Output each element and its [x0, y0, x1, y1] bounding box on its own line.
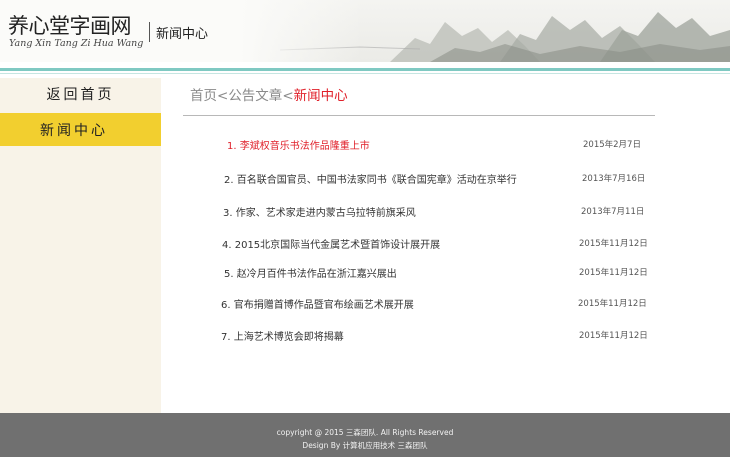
- news-list-item: 4. 2015北京国际当代金属艺术暨首饰设计展开展 2015年11月12日: [0, 236, 730, 252]
- header-rule-thin: [0, 73, 730, 74]
- sidebar-item-back-home[interactable]: 返回首页: [0, 78, 161, 110]
- site-footer: copyright @ 2015 三森团队. All Rights Reserv…: [0, 413, 730, 457]
- breadcrumb-current: 新闻中心: [293, 88, 348, 104]
- breadcrumb-separator: <: [282, 88, 294, 104]
- header-divider: [149, 22, 150, 42]
- site-header: 养心堂字画网 Yang Xin Tang Zi Hua Wang 新闻中心: [0, 0, 730, 62]
- news-title-link[interactable]: 6. 官布捐赠首博作品暨官布绘画艺术展开展: [221, 296, 414, 311]
- header-section-title: 新闻中心: [156, 27, 209, 42]
- news-title-link[interactable]: 5. 赵冷月百件书法作品在浙江嘉兴展出: [224, 265, 397, 280]
- header-rule: [0, 68, 730, 71]
- news-title-link[interactable]: 1. 李斌权音乐书法作品隆重上市: [227, 137, 370, 152]
- news-list-item: 2. 百名联合国官员、中国书法家同书《联合国宪章》活动在京举行 2013年7月1…: [0, 171, 730, 187]
- news-date: 2015年11月12日: [579, 331, 648, 341]
- news-date: 2015年11月12日: [579, 239, 648, 249]
- site-subtitle: Yang Xin Tang Zi Hua Wang: [9, 38, 144, 49]
- landscape-banner-image: [240, 0, 730, 62]
- news-list-item: 5. 赵冷月百件书法作品在浙江嘉兴展出 2015年11月12日: [0, 265, 730, 281]
- news-list-item: 7. 上海艺术博览会即将揭幕 2015年11月12日: [0, 328, 730, 344]
- news-list-item: 1. 李斌权音乐书法作品隆重上市 2015年2月7日: [0, 137, 730, 153]
- news-list-item: 3. 作家、艺术家走进内蒙古乌拉特前旗采风 2013年7月11日: [0, 204, 730, 220]
- site-title: 养心堂字画网: [8, 14, 132, 38]
- breadcrumb-separator: <: [217, 88, 229, 104]
- news-date: 2015年11月12日: [578, 299, 647, 309]
- news-title-link[interactable]: 7. 上海艺术博览会即将揭幕: [221, 328, 344, 343]
- news-title-link[interactable]: 3. 作家、艺术家走进内蒙古乌拉特前旗采风: [223, 204, 416, 219]
- breadcrumb: 首页<公告文章<新闻中心: [190, 84, 348, 104]
- news-date: 2013年7月16日: [582, 174, 646, 184]
- news-title-link[interactable]: 2. 百名联合国官员、中国书法家同书《联合国宪章》活动在京举行: [224, 171, 517, 186]
- news-list-item: 6. 官布捐赠首博作品暨官布绘画艺术展开展 2015年11月12日: [0, 296, 730, 312]
- footer-design-credit: Design By 计算机应用技术 三森团队: [302, 441, 428, 450]
- news-date: 2015年2月7日: [583, 140, 641, 150]
- breadcrumb-home-link[interactable]: 首页: [190, 88, 217, 104]
- content-divider: [183, 115, 655, 116]
- news-date: 2013年7月11日: [581, 207, 645, 217]
- news-title-link[interactable]: 4. 2015北京国际当代金属艺术暨首饰设计展开展: [222, 236, 440, 251]
- footer-copyright: copyright @ 2015 三森团队. All Rights Reserv…: [276, 428, 454, 437]
- news-date: 2015年11月12日: [579, 268, 648, 278]
- breadcrumb-notices-link[interactable]: 公告文章: [228, 88, 282, 104]
- site-logo[interactable]: 养心堂字画网 Yang Xin Tang Zi Hua Wang: [8, 8, 148, 60]
